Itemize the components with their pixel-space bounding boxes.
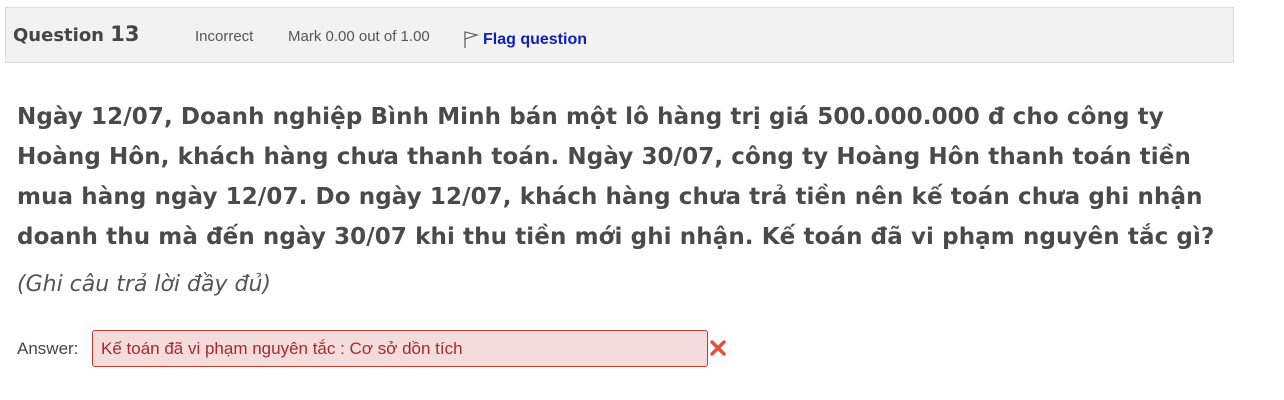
answer-label: Answer: (17, 339, 79, 358)
flag-question-label: Flag question (483, 31, 587, 48)
flag-question-link[interactable]: Flag question (463, 26, 587, 54)
question-text: Ngày 12/07, Doanh nghiệp Bình Minh bán m… (17, 104, 1215, 250)
flag-icon (463, 26, 483, 54)
answer-input[interactable] (92, 330, 708, 367)
question-title: Question 13 (13, 22, 140, 48)
question-grade: Mark 0.00 out of 1.00 (288, 28, 430, 45)
question-number: 13 (110, 22, 140, 46)
question-hint: (Ghi câu trả lời đầy đủ) (17, 272, 271, 297)
incorrect-x-icon (708, 338, 728, 358)
question-state: Incorrect (195, 28, 254, 45)
question-label: Question (13, 25, 104, 46)
question-info-bar: Question 13 Incorrect Mark 0.00 out of 1… (5, 7, 1234, 63)
